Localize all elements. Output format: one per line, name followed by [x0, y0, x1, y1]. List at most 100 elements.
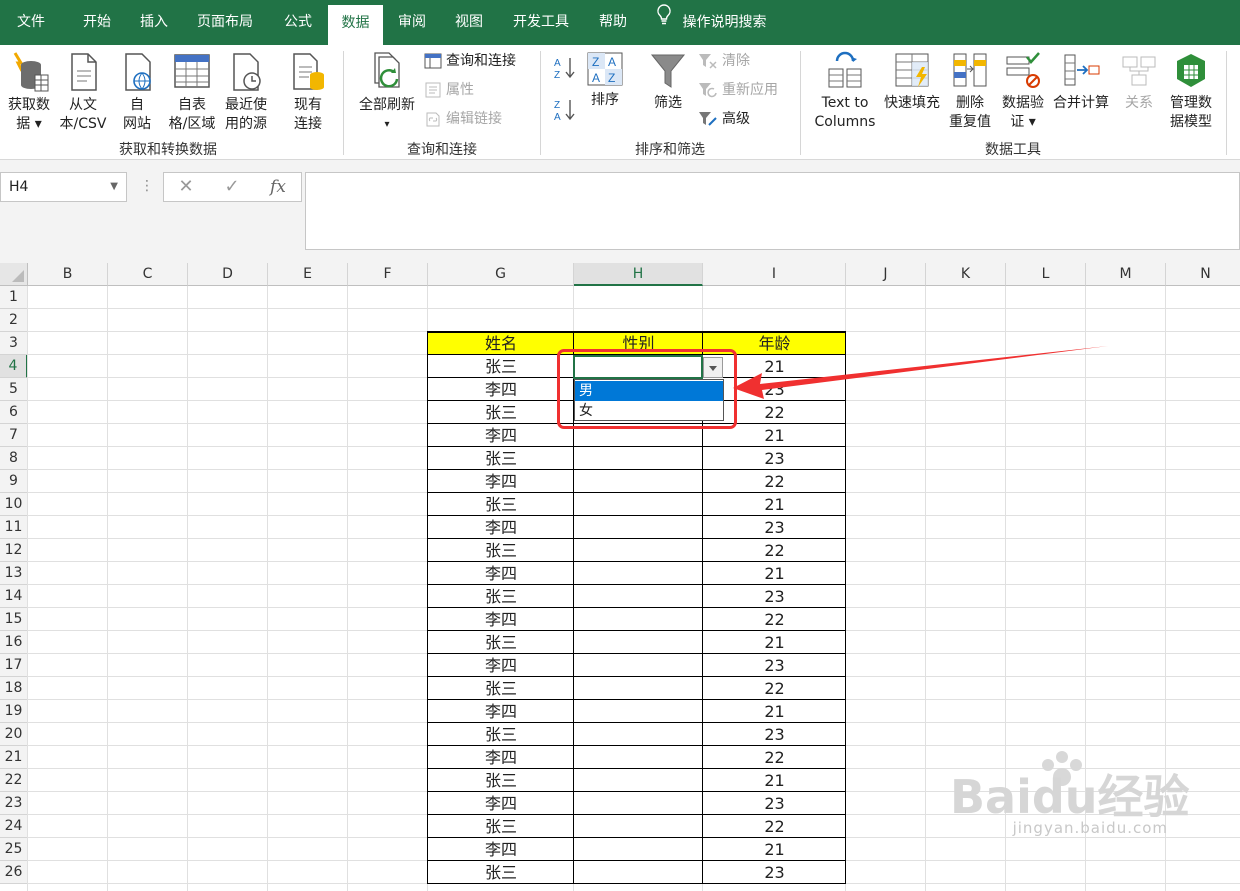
properties-button[interactable]: 属性 — [424, 80, 474, 100]
sort-dialog-icon: Z AA Z — [587, 52, 623, 86]
text-to-columns-button[interactable]: Text to Columns — [810, 51, 880, 132]
from-text-label: 从文 — [69, 97, 97, 113]
data-model-icon — [1177, 54, 1205, 87]
relationships-icon — [1122, 56, 1156, 86]
advanced-filter-icon — [699, 112, 717, 126]
watermark-url: jingyan.baidu.com — [1012, 819, 1168, 837]
enter-icon[interactable]: ✓ — [218, 175, 246, 199]
edit-links-button[interactable]: 编辑链接 — [424, 109, 502, 129]
name-box-chevron-icon[interactable]: ▼ — [110, 173, 118, 201]
manage-data-model-label: 管理数 — [1170, 95, 1212, 111]
refresh-all-dropdown: ▾ — [384, 119, 390, 130]
data-validation-label: 数据验 — [1002, 95, 1044, 111]
tab-developer[interactable]: 开发工具 — [500, 0, 582, 45]
queries-pane-icon — [424, 53, 442, 69]
watermark: Baidu经验 jingyan.baidu.com — [950, 743, 1240, 863]
cancel-icon[interactable]: ✕ — [172, 175, 200, 199]
ribbon-separator — [800, 51, 801, 155]
filter-label: 筛选 — [654, 95, 682, 111]
group-label-get-transform: 获取和转换数据 — [119, 142, 217, 158]
advanced-label: 高级 — [722, 111, 750, 127]
sort-descending-button[interactable]: ZA — [552, 97, 578, 129]
existing-connections-button[interactable]: 现有 连接 — [282, 51, 334, 134]
from-text-csv-button[interactable]: 从文 本/CSV — [56, 51, 110, 134]
from-web-label-2: 网站 — [123, 116, 151, 132]
consolidate-icon — [1064, 54, 1100, 86]
formula-bar-grip-icon[interactable]: ⋮ — [140, 178, 154, 194]
advanced-filter-button[interactable]: 高级 — [698, 109, 750, 129]
tab-home[interactable]: 开始 — [68, 0, 126, 45]
worksheet-grid: BCDEFGHIJKLMN 1 2 3 4 5 6 7 8 9 10 11 12 13 14 15 16 17 1… — [0, 263, 1240, 891]
remove-duplicates-label: 删除 — [956, 95, 984, 111]
queries-connections-button[interactable]: 查询和连接 — [424, 51, 516, 71]
from-web-label: 自 — [130, 97, 144, 113]
svg-text:Z: Z — [608, 71, 615, 85]
name-box-value: H4 — [9, 179, 29, 195]
sort-ascending-button[interactable]: AZ — [552, 55, 578, 87]
refresh-all-button[interactable]: 全部刷新 ▾ — [352, 51, 422, 134]
tab-data[interactable]: 数据 — [328, 5, 383, 45]
from-web-button[interactable]: 自 网站 — [112, 51, 162, 134]
clear-filter-button[interactable]: 清除 — [698, 51, 750, 71]
get-data-button[interactable]: 获取数 据 ▾ — [2, 51, 56, 134]
tab-review[interactable]: 审阅 — [386, 0, 438, 45]
manage-data-model-button[interactable]: 管理数 据模型 — [1164, 51, 1218, 132]
reapply-button[interactable]: 重新应用 — [698, 80, 778, 100]
group-label-queries: 查询和连接 — [407, 142, 477, 158]
tell-me-label: 操作说明搜索 — [682, 14, 767, 31]
funnel-icon — [650, 54, 686, 88]
tab-insert[interactable]: 插入 — [126, 0, 182, 45]
sort-az-icon: AZ — [554, 58, 575, 81]
data-validation-button[interactable]: 数据验 证 ▾ — [996, 51, 1050, 132]
filter-button[interactable]: 筛选 — [646, 51, 690, 113]
text-to-columns-icon — [828, 51, 862, 88]
database-icon — [13, 52, 49, 92]
sort-za-icon: ZA — [554, 100, 575, 123]
sort-button[interactable]: ZAAZ 排序 — [584, 51, 626, 110]
flash-fill-icon — [895, 53, 929, 87]
tab-help[interactable]: 帮助 — [586, 0, 640, 45]
properties-icon — [425, 82, 441, 98]
existing-connections-label: 现有 — [294, 97, 322, 113]
sort-label: 排序 — [591, 92, 619, 108]
insert-function-icon[interactable]: fx — [264, 175, 292, 199]
tab-file[interactable]: 文件 — [0, 0, 62, 45]
data-validation-icon — [1006, 52, 1040, 88]
tab-page-layout[interactable]: 页面布局 — [186, 0, 264, 45]
svg-text:A: A — [592, 71, 600, 85]
remove-duplicates-label-2: 重复值 — [949, 114, 991, 130]
from-table-button[interactable]: 自表 格/区域 — [164, 51, 220, 134]
formula-bar-area: H4 ▼ ⋮ ✕ ✓ fx — [0, 160, 1240, 263]
clear-filter-icon — [699, 54, 717, 69]
recent-sources-button[interactable]: 最近使 用的源 — [220, 51, 272, 134]
existing-connections-label-2: 连接 — [294, 116, 322, 132]
text-file-icon — [71, 53, 97, 91]
text-to-columns-label: Text to — [821, 95, 869, 111]
tell-me-search[interactable]: 操作说明搜索 — [656, 0, 766, 45]
recent-sources-label: 最近使 — [225, 97, 267, 113]
reapply-icon — [699, 83, 717, 98]
from-text-label-2: 本/CSV — [59, 116, 107, 132]
formula-input[interactable] — [305, 172, 1240, 250]
name-box[interactable]: H4 ▼ — [0, 172, 127, 202]
tab-view[interactable]: 视图 — [442, 0, 496, 45]
excel-window: 文件 开始 插入 页面布局 公式 数据 审阅 视图 开发工具 帮助 操作说明搜索… — [0, 0, 1240, 891]
clear-label: 清除 — [722, 53, 750, 69]
edit-links-icon — [426, 112, 440, 127]
lightbulb-icon — [656, 0, 678, 45]
formula-buttons: ✕ ✓ fx — [163, 172, 302, 202]
get-data-label-2: 据 ▾ — [16, 116, 42, 132]
relationships-button[interactable]: 关系 — [1116, 51, 1162, 113]
flash-fill-button[interactable]: 快速填充 — [880, 51, 944, 113]
recent-clock-icon — [233, 53, 261, 91]
edit-links-label: 编辑链接 — [446, 111, 502, 127]
svg-text:A: A — [608, 55, 616, 69]
svg-text:Z: Z — [554, 70, 560, 81]
reapply-label: 重新应用 — [722, 82, 778, 98]
remove-duplicates-button[interactable]: 删除 重复值 — [944, 51, 996, 132]
connections-icon — [293, 53, 324, 90]
consolidate-label: 合并计算 — [1053, 95, 1109, 111]
consolidate-button[interactable]: 合并计算 — [1050, 51, 1112, 113]
tab-formulas[interactable]: 公式 — [270, 0, 326, 45]
from-table-label: 自表 — [178, 97, 206, 113]
